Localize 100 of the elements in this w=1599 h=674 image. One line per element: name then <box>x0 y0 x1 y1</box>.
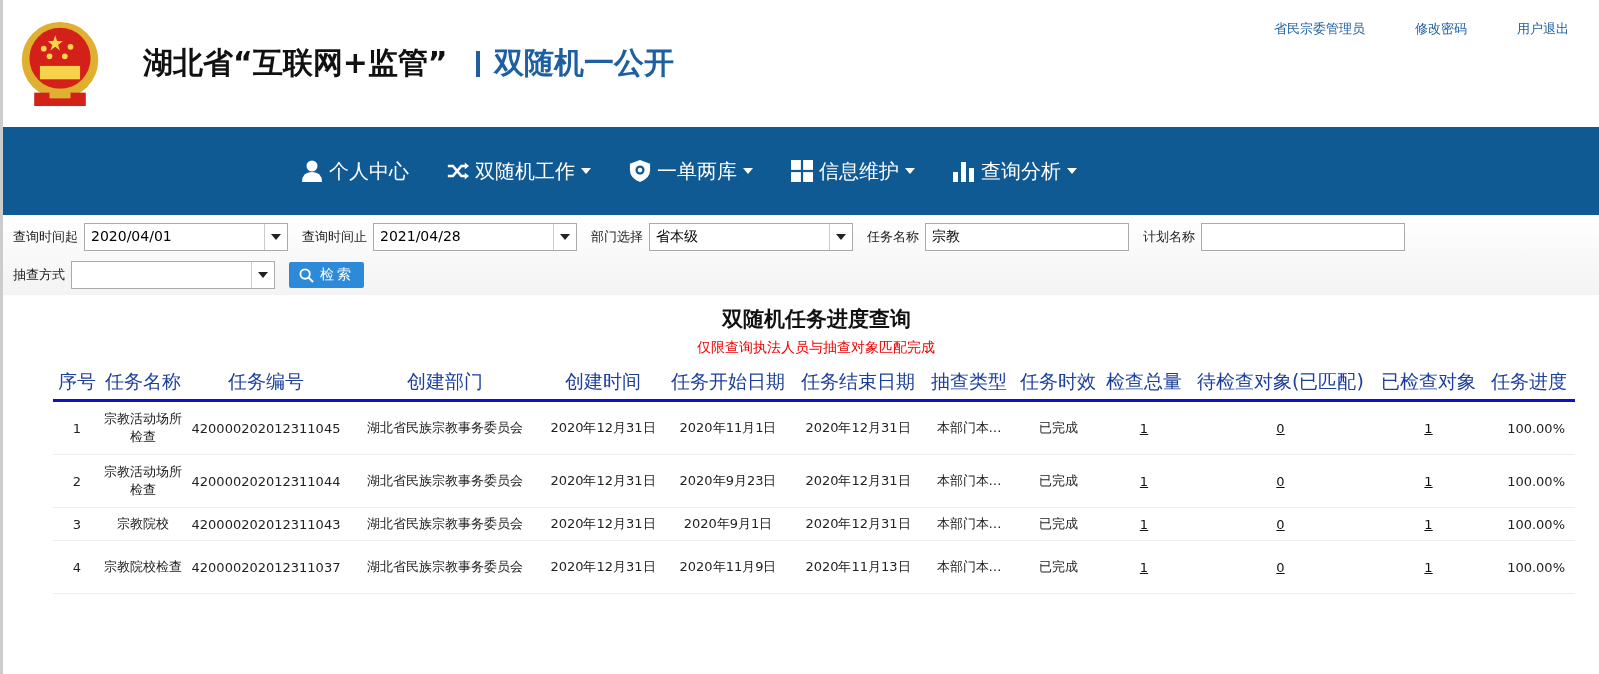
table-cell: 2020年9月23日 <box>679 473 777 488</box>
table-cell: 100.00% <box>1507 516 1565 532</box>
header-link[interactable]: 省民宗委管理员 <box>1274 20 1365 38</box>
table-cell: 本部门本… <box>936 420 1002 435</box>
filter-label: 部门选择 <box>591 228 643 246</box>
count-link[interactable]: 1 <box>1424 420 1433 436</box>
select-field[interactable]: 2020/04/01 <box>84 223 288 251</box>
table-cell: 420000202012311037 <box>191 559 341 575</box>
nav-item[interactable]: 信息维护 <box>791 157 915 185</box>
table-cell: 湖北省民族宗教事务委员会 <box>367 420 523 435</box>
table-cell: 本部门本… <box>936 473 1002 488</box>
report-note: 仅限查询执法人员与抽查对象匹配完成 <box>696 339 936 357</box>
table-cell: 2 <box>72 473 82 489</box>
filter-label: 抽查方式 <box>13 266 65 284</box>
column-header: 序号 <box>53 365 101 401</box>
column-header: 抽查类型 <box>923 365 1015 401</box>
table-cell: 宗教活动场所检查 <box>104 411 182 444</box>
filter-label: 查询时间起 <box>13 228 78 246</box>
table-cell: 宗教院校 <box>117 516 169 531</box>
count-link[interactable]: 1 <box>1139 473 1149 489</box>
filter-label: 查询时间止 <box>302 228 367 246</box>
count-link[interactable]: 0 <box>1276 420 1285 436</box>
table-cell: 3 <box>72 516 82 532</box>
filter-label: 任务名称 <box>867 228 919 246</box>
table-cell: 100.00% <box>1507 420 1565 436</box>
table-cell: 2020年11月13日 <box>805 559 911 574</box>
table-cell: 420000202012311044 <box>191 473 341 489</box>
table-cell: 4 <box>72 559 82 575</box>
table-cell: 2020年12月31日 <box>805 420 911 435</box>
table-cell: 2020年9月1日 <box>683 516 773 531</box>
site-subtitle: 双随机一公开 <box>493 44 674 82</box>
site-title: 湖北省“互联网+监管” <box>143 44 448 82</box>
table-cell: 2020年11月1日 <box>679 420 777 435</box>
bar-chart-icon <box>953 160 975 182</box>
table-cell: 100.00% <box>1507 473 1565 489</box>
table-cell: 已完成 <box>1038 559 1078 574</box>
nav-item[interactable]: 双随机工作 <box>447 157 591 185</box>
header-link[interactable]: 用户退出 <box>1517 20 1569 38</box>
count-link[interactable]: 0 <box>1276 559 1285 575</box>
caret-icon <box>271 234 281 240</box>
table-cell: 已完成 <box>1038 516 1078 531</box>
count-link[interactable]: 0 <box>1276 473 1285 489</box>
table-cell: 湖北省民族宗教事务委员会 <box>367 559 523 574</box>
count-link[interactable]: 1 <box>1424 516 1433 532</box>
table-cell: 420000202012311043 <box>191 516 341 532</box>
search-icon <box>299 267 314 283</box>
select-field[interactable] <box>71 261 275 289</box>
table-cell: 100.00% <box>1507 559 1565 575</box>
nav-item[interactable]: 一单两库 <box>629 157 753 185</box>
nav-item[interactable]: 个人中心 <box>301 157 409 185</box>
column-header: 创建时间 <box>543 365 663 401</box>
nav-item[interactable]: 查询分析 <box>953 157 1077 185</box>
column-header: 待检查对象(已匹配) <box>1187 365 1374 401</box>
input-field[interactable] <box>1201 223 1405 251</box>
shield-icon <box>629 160 651 182</box>
shuffle-icon <box>447 160 469 182</box>
table-cell: 已完成 <box>1038 473 1078 488</box>
caret-icon <box>258 272 268 278</box>
table-cell: 2020年11月9日 <box>679 559 777 574</box>
count-link[interactable]: 1 <box>1139 420 1149 436</box>
table-cell: 2020年12月31日 <box>805 516 911 531</box>
count-link[interactable]: 1 <box>1424 559 1433 575</box>
filter-label: 计划名称 <box>1143 228 1195 246</box>
select-field[interactable]: 省本级 <box>649 223 853 251</box>
column-header: 已检查对象 <box>1374 365 1483 401</box>
table-cell: 2020年12月31日 <box>550 420 656 435</box>
column-header: 创建部门 <box>347 365 543 401</box>
table-cell: 2020年12月31日 <box>550 559 656 574</box>
column-header: 任务进度 <box>1483 365 1575 401</box>
table-cell: 已完成 <box>1038 420 1078 435</box>
table-cell: 2020年12月31日 <box>805 473 911 488</box>
column-header: 任务编号 <box>185 365 347 401</box>
select-field[interactable]: 2021/04/28 <box>373 223 577 251</box>
input-field[interactable]: 宗教 <box>925 223 1129 251</box>
count-link[interactable]: 1 <box>1424 473 1433 489</box>
table-cell: 本部门本… <box>936 516 1002 531</box>
column-header: 任务开始日期 <box>663 365 793 401</box>
table-cell: 本部门本… <box>936 559 1002 574</box>
table-cell: 湖北省民族宗教事务委员会 <box>367 516 523 531</box>
table-cell: 1 <box>72 420 82 436</box>
column-header: 任务名称 <box>101 365 185 401</box>
count-link[interactable]: 1 <box>1139 516 1149 532</box>
table-cell: 420000202012311045 <box>191 420 341 436</box>
count-link[interactable]: 1 <box>1139 559 1149 575</box>
column-header: 检查总量 <box>1101 365 1187 401</box>
column-header: 任务结束日期 <box>793 365 923 401</box>
table-cell: 2020年12月31日 <box>550 516 656 531</box>
person-icon <box>301 160 323 182</box>
table-cell: 湖北省民族宗教事务委员会 <box>367 473 523 488</box>
grid-icon <box>791 160 813 182</box>
caret-icon <box>836 234 846 240</box>
table-cell: 宗教活动场所检查 <box>104 464 182 497</box>
table-cell: 宗教院校检查 <box>104 559 182 574</box>
report-title: 双随机任务进度查询 <box>720 306 912 333</box>
header-link[interactable]: 修改密码 <box>1415 20 1467 38</box>
column-header: 任务时效 <box>1015 365 1101 401</box>
search-button[interactable]: 检索 <box>289 262 364 288</box>
count-link[interactable]: 0 <box>1276 516 1285 532</box>
caret-icon <box>560 234 570 240</box>
table-cell: 2020年12月31日 <box>550 473 656 488</box>
